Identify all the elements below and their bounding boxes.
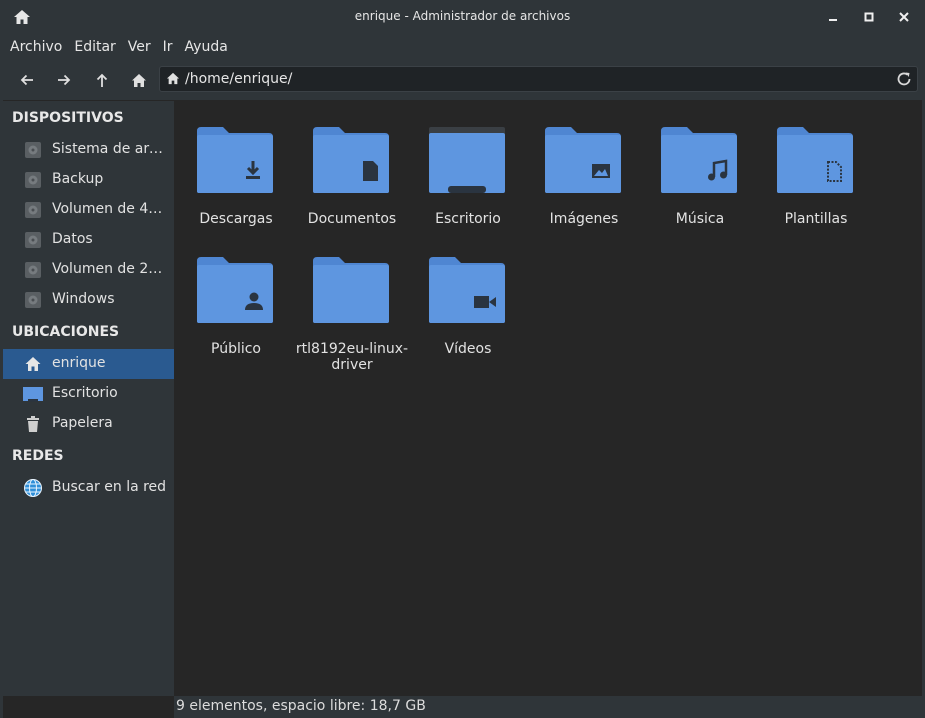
menu-archivo[interactable]: Archivo [4, 39, 68, 55]
window-border [0, 100, 3, 718]
music-folder-icon [661, 127, 737, 193]
section-title-devices: DISPOSITIVOS [12, 110, 124, 126]
desktop-folder-icon [429, 127, 505, 193]
sidebar-item-network[interactable]: Buscar en la red [3, 473, 174, 503]
folder-descargas[interactable]: Descargas [178, 125, 288, 235]
sidebar-item-filesystem[interactable]: Sistema de archivos [3, 135, 174, 165]
folder-plantillas[interactable]: Plantillas [758, 125, 868, 235]
folder-publico[interactable]: Público [178, 255, 288, 385]
maximize-icon [864, 12, 874, 22]
videos-folder-icon [429, 257, 505, 323]
menu-ayuda[interactable]: Ayuda [179, 39, 234, 55]
folder-name: Documentos [307, 211, 397, 227]
sidebar-item-label: Sistema de archivos [52, 141, 170, 157]
documents-folder-icon [313, 127, 389, 193]
menu-editar[interactable]: Editar [68, 39, 121, 55]
status-text: 9 elementos, espacio libre: 18,7 GB [176, 698, 426, 714]
sidebar-item-label: Volumen de 23 GB [52, 261, 170, 277]
sidebar-item-label: Backup [52, 171, 104, 187]
window-title: enrique - Administrador de archivos [354, 9, 571, 23]
folder-name: Vídeos [444, 341, 492, 357]
reload-icon[interactable] [895, 70, 913, 88]
forward-button[interactable] [53, 70, 75, 90]
sidebar-item-papelera[interactable]: Papelera [3, 409, 174, 439]
download-folder-icon [197, 127, 273, 193]
menu-bar: Archivo Editar Ver Ir Ayuda [0, 34, 925, 60]
minimize-icon [829, 19, 837, 21]
sidebar-item-label: Volumen de 43 GB [52, 201, 170, 217]
folder-name: Escritorio [435, 211, 501, 227]
sidebar-item-windows[interactable]: Windows [3, 285, 174, 315]
network-icon [24, 479, 42, 497]
sidebar-item-label: Buscar en la red [52, 479, 167, 495]
menu-ver[interactable]: Ver [122, 39, 157, 55]
sidebar-item-label: Windows [52, 291, 115, 307]
home-icon [166, 72, 180, 85]
sidebar-item-enrique[interactable]: enrique [3, 349, 174, 379]
folder-imagenes[interactable]: Imágenes [526, 125, 636, 235]
folder-name: Imágenes [549, 211, 619, 227]
menu-ir[interactable]: Ir [157, 39, 179, 55]
pictures-folder-icon [545, 127, 621, 193]
arrow-up-icon [96, 73, 108, 87]
sidebar-item-volume-43[interactable]: Volumen de 43 GB [3, 195, 174, 225]
back-button[interactable] [16, 70, 38, 90]
home-icon [132, 73, 146, 87]
folder-icon [313, 257, 389, 323]
sidebar-item-label: Datos [52, 231, 93, 247]
drive-icon [25, 232, 41, 248]
minimize-button[interactable] [822, 6, 844, 28]
drive-icon [25, 292, 41, 308]
sidebar-item-escritorio[interactable]: Escritorio [3, 379, 174, 409]
sidebar: DISPOSITIVOS Sistema de archivos Backup … [3, 101, 174, 696]
sidebar-item-volume-23[interactable]: Volumen de 23 GB [3, 255, 174, 285]
templates-folder-icon [777, 127, 853, 193]
folder-rtl8192eu[interactable]: rtl8192eu-linux-driver [294, 255, 408, 385]
close-button[interactable] [893, 6, 915, 28]
home-icon [25, 357, 41, 371]
folder-name: rtl8192eu-linux-driver [295, 341, 409, 373]
folder-name: Descargas [199, 211, 273, 227]
folder-videos[interactable]: Vídeos [410, 255, 520, 385]
sidebar-item-label: Escritorio [52, 385, 118, 401]
section-title-places: UBICACIONES [12, 324, 120, 340]
home-button[interactable] [128, 70, 150, 90]
sidebar-item-label: Papelera [52, 415, 113, 431]
drive-icon [25, 142, 41, 158]
section-title-networks: REDES [12, 448, 64, 464]
maximize-button[interactable] [858, 6, 880, 28]
drive-icon [25, 202, 41, 218]
folder-name: Público [211, 341, 261, 357]
sidebar-item-label: enrique [52, 355, 106, 371]
title-bar: enrique - Administrador de archivos [0, 0, 925, 34]
sidebar-item-backup[interactable]: Backup [3, 165, 174, 195]
drive-icon [25, 262, 41, 278]
drive-icon [25, 172, 41, 188]
arrow-left-icon [20, 74, 33, 86]
folder-musica[interactable]: Música [642, 125, 752, 235]
status-bar: 9 elementos, espacio libre: 18,7 GB [174, 696, 925, 718]
desktop-icon [23, 387, 43, 402]
folder-name: Plantillas [784, 211, 848, 227]
file-view: Descargas Documentos Escritorio Imágenes [174, 101, 922, 696]
folder-name: Música [675, 211, 725, 227]
up-button[interactable] [91, 70, 113, 90]
folder-escritorio[interactable]: Escritorio [410, 125, 520, 235]
trash-icon [27, 416, 39, 432]
folder-documentos[interactable]: Documentos [294, 125, 404, 235]
close-icon [899, 12, 909, 22]
sidebar-item-datos[interactable]: Datos [3, 225, 174, 255]
location-path[interactable]: /home/enrique/ [185, 71, 292, 87]
arrow-right-icon [58, 74, 71, 86]
location-bar[interactable]: /home/enrique/ [159, 66, 918, 92]
public-folder-icon [197, 257, 273, 323]
